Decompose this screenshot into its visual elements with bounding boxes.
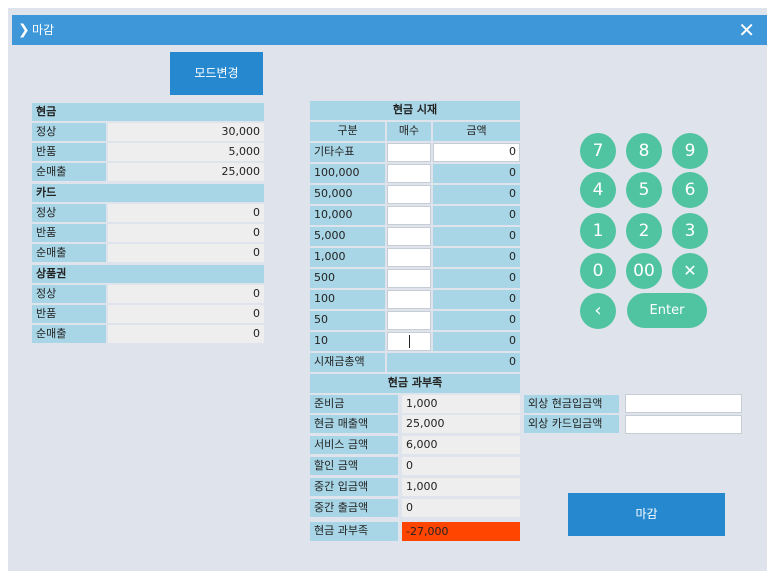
- clear-icon[interactable]: ✕: [672, 253, 708, 289]
- enter-button[interactable]: Enter: [627, 293, 707, 328]
- column-header: 금액: [433, 122, 520, 141]
- key-7[interactable]: 7: [580, 133, 616, 169]
- amount-value: 0: [433, 269, 520, 288]
- row-label: 반품: [32, 224, 106, 242]
- count-input[interactable]: [387, 248, 431, 267]
- credit-card-input[interactable]: [625, 415, 742, 434]
- diff-label: 현금 매출액: [310, 415, 398, 433]
- close-icon[interactable]: ✕: [738, 19, 755, 41]
- cash-count-title: 현금 시재: [310, 101, 520, 120]
- row-label: 순매출: [32, 163, 106, 181]
- count-input[interactable]: [387, 227, 431, 246]
- key-00[interactable]: 00: [626, 253, 662, 289]
- key-1[interactable]: 1: [580, 213, 616, 249]
- row-label: 순매출: [32, 244, 106, 262]
- key-8[interactable]: 8: [626, 133, 662, 169]
- denomination-label: 500: [310, 269, 385, 288]
- amount-value: 0: [433, 248, 520, 267]
- key-4[interactable]: 4: [580, 172, 616, 208]
- count-input[interactable]: [387, 185, 431, 204]
- count-input[interactable]: [387, 206, 431, 225]
- denomination-label: 5,000: [310, 227, 385, 246]
- interim-deposit-value: 1,000: [402, 478, 520, 496]
- amount-value: 0: [433, 332, 520, 351]
- diff-label: 할인 금액: [310, 457, 398, 475]
- section-card-header: 카드: [32, 184, 264, 202]
- row-label: 정상: [32, 285, 106, 303]
- cash-return-value: 5,000: [108, 143, 264, 161]
- key-2[interactable]: 2: [626, 213, 662, 249]
- section-cash-header: 현금: [32, 103, 264, 121]
- cash-sales-value: 25,000: [402, 415, 520, 433]
- denomination-label: 10: [310, 332, 385, 351]
- key-6[interactable]: 6: [672, 172, 708, 208]
- credit-card-label: 외상 카드입금액: [524, 415, 619, 433]
- row-label: 반품: [32, 305, 106, 323]
- reserve-value: 1,000: [402, 395, 520, 413]
- column-header: 매수: [387, 122, 431, 141]
- count-input-active[interactable]: [387, 332, 431, 351]
- credit-cash-input[interactable]: [625, 394, 742, 413]
- diff-label: 중간 출금액: [310, 499, 398, 517]
- credit-cash-label: 외상 현금입금액: [524, 395, 619, 413]
- amount-value: 0: [433, 164, 520, 183]
- interim-withdraw-value: 0: [402, 499, 520, 517]
- amount-value: 0: [433, 206, 520, 225]
- diff-result-label: 현금 과부족: [310, 522, 398, 541]
- denomination-label: 기타수표: [310, 143, 385, 162]
- title-bar: ❯ 마감 ✕: [12, 15, 767, 45]
- cash-diff-result-value: -27,000: [402, 522, 520, 541]
- backspace-icon[interactable]: ‹: [580, 293, 616, 329]
- chevron-right-icon: ❯: [18, 22, 30, 38]
- cash-normal-value: 30,000: [108, 123, 264, 141]
- denomination-label: 100,000: [310, 164, 385, 183]
- denomination-label: 50: [310, 311, 385, 330]
- card-net-value: 0: [108, 244, 264, 262]
- cash-diff-title: 현금 과부족: [310, 374, 520, 393]
- count-input[interactable]: [387, 269, 431, 288]
- diff-label: 중간 입금액: [310, 478, 398, 496]
- cash-total-value: 0: [387, 353, 520, 372]
- mode-change-button[interactable]: 모드변경: [170, 52, 263, 95]
- row-label: 순매출: [32, 325, 106, 343]
- close-sales-button[interactable]: 마감: [568, 493, 725, 536]
- card-return-value: 0: [108, 224, 264, 242]
- amount-input[interactable]: 0: [433, 143, 520, 162]
- closing-window: ❯ 마감 ✕ 모드변경 현금 정상 30,000 반품 5,000 순매출 25…: [8, 8, 767, 571]
- row-label: 반품: [32, 143, 106, 161]
- card-normal-value: 0: [108, 204, 264, 222]
- row-label: 정상: [32, 204, 106, 222]
- count-input[interactable]: [387, 311, 431, 330]
- count-input[interactable]: [387, 143, 431, 162]
- key-9[interactable]: 9: [672, 133, 708, 169]
- denomination-label: 10,000: [310, 206, 385, 225]
- count-input[interactable]: [387, 290, 431, 309]
- amount-value: 0: [433, 311, 520, 330]
- diff-label: 서비스 금액: [310, 436, 398, 454]
- discount-amount-value: 0: [402, 457, 520, 475]
- service-amount-value: 6,000: [402, 436, 520, 454]
- amount-value: 0: [433, 227, 520, 246]
- amount-value: 0: [433, 290, 520, 309]
- denomination-label: 50,000: [310, 185, 385, 204]
- voucher-normal-value: 0: [108, 285, 264, 303]
- cash-net-value: 25,000: [108, 163, 264, 181]
- key-3[interactable]: 3: [672, 213, 708, 249]
- row-label: 정상: [32, 123, 106, 141]
- key-0[interactable]: 0: [580, 253, 616, 289]
- denomination-label: 1,000: [310, 248, 385, 267]
- diff-label: 준비금: [310, 395, 398, 413]
- denomination-label: 100: [310, 290, 385, 309]
- cash-total-label: 시재금총액: [310, 353, 385, 372]
- section-voucher-header: 상품권: [32, 265, 264, 283]
- window-title: 마감: [32, 23, 55, 37]
- voucher-return-value: 0: [108, 305, 264, 323]
- count-input[interactable]: [387, 164, 431, 183]
- column-header: 구분: [310, 122, 385, 141]
- amount-value: 0: [433, 185, 520, 204]
- key-5[interactable]: 5: [626, 172, 662, 208]
- text-cursor: [409, 335, 410, 348]
- voucher-net-value: 0: [108, 325, 264, 343]
